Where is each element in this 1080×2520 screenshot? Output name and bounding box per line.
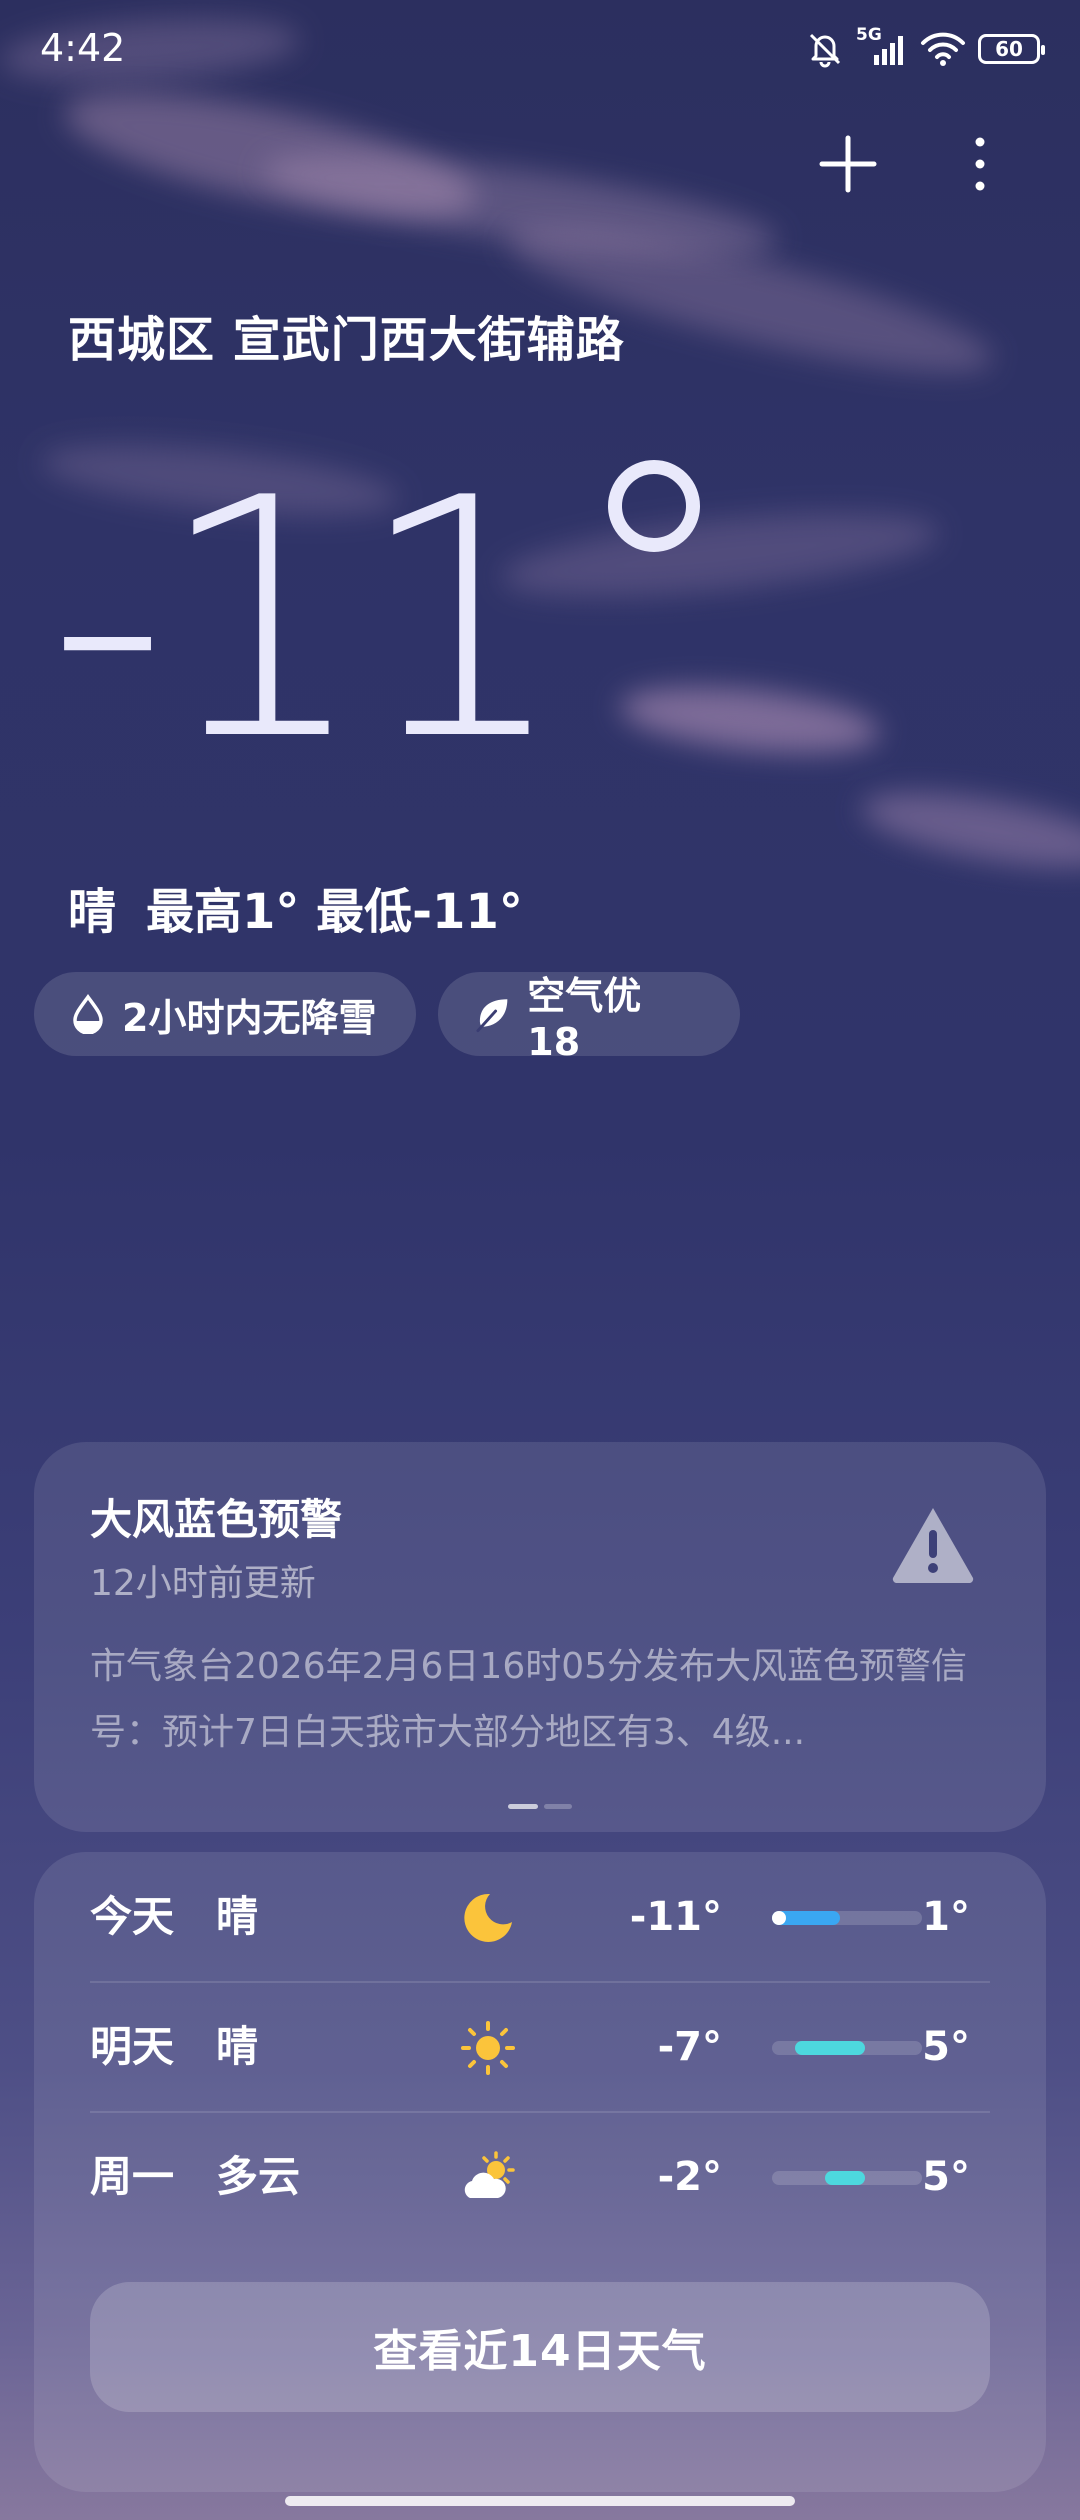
- cloud: [856, 777, 1080, 883]
- temperature-range-fill: [794, 2041, 865, 2055]
- forecast-condition: 晴: [216, 2022, 259, 2071]
- water-drop-icon: [73, 994, 103, 1034]
- current-condition: 晴最高1° 最低-11°: [68, 872, 553, 942]
- condition-text: 晴: [68, 884, 117, 940]
- partly-cloudy-icon: [464, 2151, 515, 2198]
- precipitation-chip[interactable]: 2小时内无降雪: [34, 972, 416, 1056]
- temperature-range-bar: [772, 2171, 922, 2185]
- location-title[interactable]: 西城区 宣武门西大街辅路: [68, 300, 625, 370]
- forecast-row-today[interactable]: 今天 晴 -11° 1°: [90, 1852, 990, 1982]
- wifi-icon: [921, 32, 965, 66]
- view-14-day-forecast-button[interactable]: 查看近14日天气: [90, 2282, 990, 2412]
- warning-page-indicator: [508, 1804, 572, 1809]
- forecast-day: 明天: [90, 2022, 175, 2071]
- warning-triangle-icon: [892, 1508, 974, 1583]
- warning-updated-time: 12小时前更新: [90, 1563, 316, 1604]
- mute-bell-icon: [809, 33, 841, 68]
- forecast-day: 周一: [90, 2152, 175, 2201]
- weather-screen: 4:42 5G 60 西城区 宣武门西大街辅路 -11 晴 最高1° 最低-11…: [0, 0, 1080, 2520]
- forecast-condition: 晴: [216, 1892, 259, 1941]
- forecast-low: -7°: [657, 2024, 722, 2070]
- temperature-range-bar: [772, 2041, 922, 2055]
- status-time: 4:42: [40, 26, 126, 70]
- page-dot-active: [508, 1804, 538, 1809]
- high-low-text: 最高1° 最低-11°: [146, 884, 523, 940]
- current-temp-marker: [772, 1911, 786, 1925]
- forecast-high: 5°: [922, 2024, 970, 2070]
- temperature-value: -11: [48, 428, 567, 812]
- forecast-row-tomorrow[interactable]: 明天 晴 -7° 5°: [90, 1982, 990, 2112]
- air-quality-chip[interactable]: 空气优 18: [438, 972, 740, 1064]
- more-options-button[interactable]: [960, 132, 1000, 196]
- forecast-row-monday[interactable]: 周一 多云 -2° 5°: [90, 2112, 990, 2242]
- forecast-high: 5°: [922, 2154, 970, 2200]
- forecast-low: -2°: [657, 2154, 722, 2200]
- home-indicator[interactable]: [285, 2496, 795, 2506]
- forecast-high: 1°: [922, 1894, 970, 1940]
- moon-icon: [464, 1893, 512, 1942]
- signal-5g-icon: 5G: [856, 25, 908, 67]
- weather-warning-card[interactable]: 大风蓝色预警 12小时前更新 市气象台2026年2月6日16时05分发布大风蓝色…: [34, 1442, 1046, 1832]
- current-temperature: -11: [48, 430, 728, 810]
- forecast-low: -11°: [629, 1894, 722, 1940]
- degree-symbol: [608, 460, 700, 552]
- warning-body: 市气象台2026年2月6日16时05分发布大风蓝色预警信号：预计7日白天我市大部…: [90, 1646, 968, 1753]
- status-icons: 5G 60: [806, 25, 1045, 68]
- forecast-day: 今天: [90, 1892, 175, 1941]
- temperature-range-fill: [824, 2171, 865, 2185]
- page-dot: [544, 1804, 572, 1809]
- forecast-condition: 多云: [216, 2152, 301, 2201]
- battery-icon: 60: [978, 34, 1045, 64]
- air-quality-label: 空气优 18: [527, 973, 642, 1064]
- warning-title: 大风蓝色预警: [90, 1495, 343, 1544]
- sun-icon: [461, 2021, 515, 2075]
- add-city-button[interactable]: [816, 132, 880, 196]
- forecast-card: 今天 晴 -11° 1° 明天 晴 -7° 5° 周一 多云 -2° 5° 查看…: [34, 1852, 1046, 2492]
- temperature-range-bar: [772, 1911, 922, 1925]
- leaf-icon: [476, 999, 508, 1033]
- precipitation-label: 2小时内无降雪: [122, 995, 377, 1040]
